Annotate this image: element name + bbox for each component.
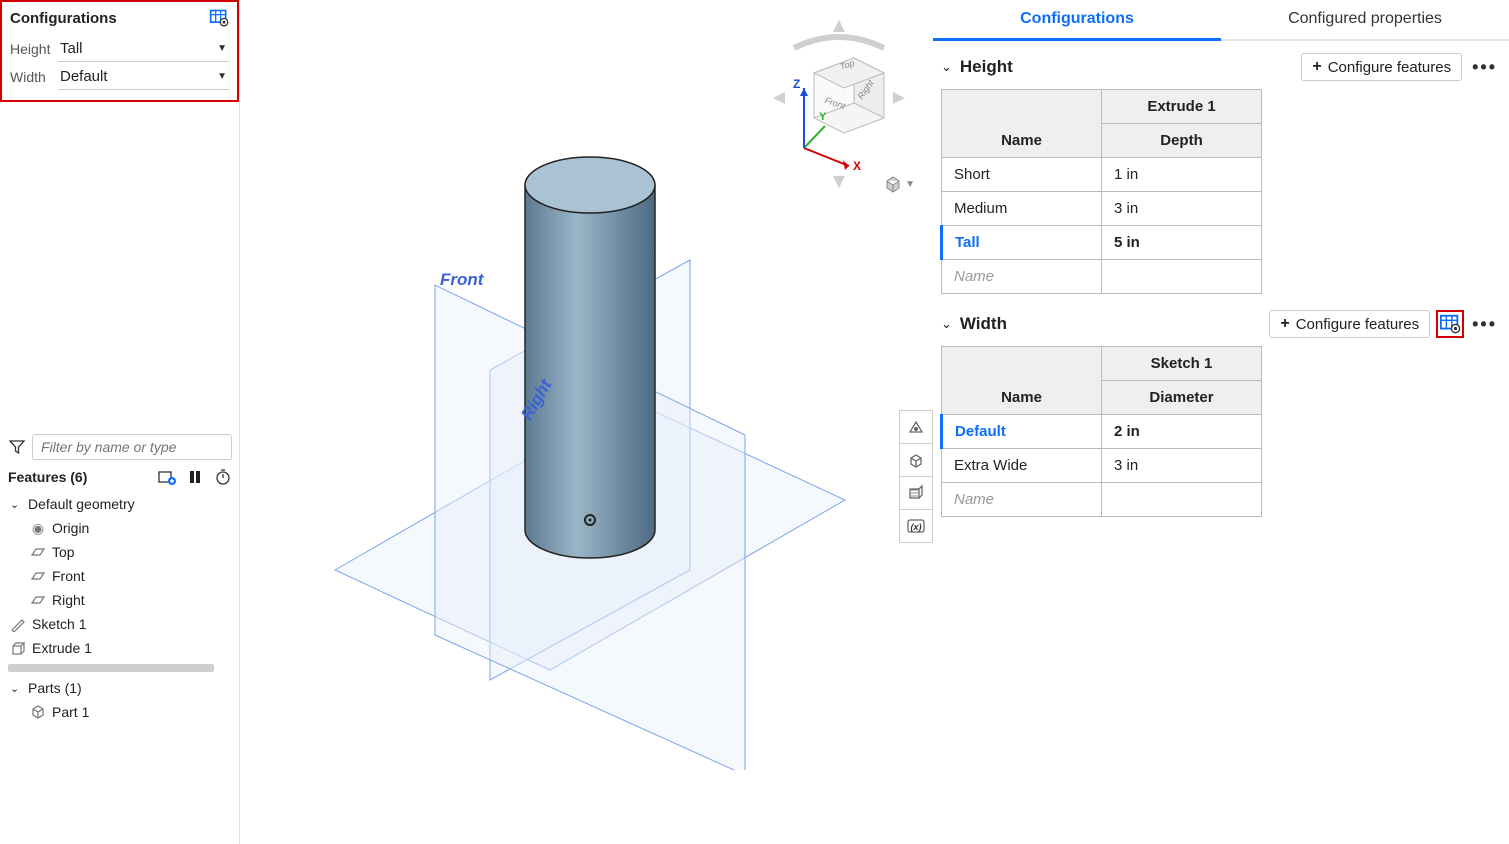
tree-right-plane[interactable]: Right — [8, 588, 232, 612]
svg-text:(x): (x) — [911, 522, 922, 532]
chevron-down-icon: ⌄ — [10, 498, 22, 511]
col-sub-depth: Depth — [1102, 124, 1262, 158]
configurations-title: Configurations — [10, 10, 117, 27]
plane-icon — [30, 544, 46, 560]
col-group-sketch1: Sketch 1 — [1102, 347, 1262, 381]
toolbar-appearance-icon[interactable] — [899, 410, 933, 444]
more-menu-icon[interactable]: ••• — [1468, 314, 1501, 335]
configuration-visibility-icon-highlighted[interactable] — [1436, 310, 1464, 338]
view-cube[interactable]: Top Front Right X Y Z — [759, 18, 919, 188]
width-config-section: ⌄ Width + Configure features ••• Name Sk… — [933, 304, 1509, 517]
chevron-down-icon: ▼ — [217, 71, 227, 82]
table-row[interactable]: Extra Wide3 in — [942, 449, 1262, 483]
sketch-icon — [10, 616, 26, 632]
tree-top-plane[interactable]: Top — [8, 540, 232, 564]
filter-icon[interactable] — [8, 439, 26, 455]
tree-front-plane[interactable]: Front — [8, 564, 232, 588]
svg-text:X: X — [853, 159, 861, 173]
height-config-table: Name Extrude 1 Depth Short1 in Medium3 i… — [940, 89, 1262, 294]
tab-configured-properties[interactable]: Configured properties — [1221, 0, 1509, 39]
height-config-section: ⌄ Height + Configure features ••• Name E… — [933, 47, 1509, 294]
width-config-dropdown[interactable]: Default ▼ — [58, 64, 229, 90]
col-name: Name — [942, 347, 1102, 415]
col-group-extrude1: Extrude 1 — [1102, 90, 1262, 124]
plane-icon — [30, 592, 46, 608]
tree-default-geometry[interactable]: ⌄ Default geometry — [8, 492, 232, 516]
plane-icon — [30, 568, 46, 584]
features-panel: Features (6) ⌄ Default geometry ◉ Origin… — [0, 430, 240, 728]
height-section-title: Height — [960, 57, 1013, 77]
toolbar-section-icon[interactable] — [899, 476, 933, 510]
svg-text:Z: Z — [793, 77, 800, 91]
viewport-right-toolbar: (x) — [899, 410, 933, 542]
add-feature-icon[interactable] — [158, 468, 176, 486]
configure-features-button[interactable]: + Configure features — [1269, 310, 1430, 338]
chevron-down-icon: ▼ — [217, 43, 227, 54]
stopwatch-icon[interactable] — [214, 468, 232, 486]
front-plane-label: Front — [440, 270, 483, 290]
part-icon — [30, 704, 46, 720]
tab-configurations[interactable]: Configurations — [933, 0, 1221, 41]
configurations-panel: Configurations Configured properties ⌄ H… — [933, 0, 1509, 844]
toolbar-isometric-icon[interactable] — [899, 443, 933, 477]
col-name: Name — [942, 90, 1102, 158]
table-row-active[interactable]: Default2 in — [942, 415, 1262, 449]
height-config-label: Height — [10, 41, 58, 57]
width-config-table: Name Sketch 1 Diameter Default2 in Extra… — [940, 346, 1262, 517]
configurations-inset-panel: Configurations Height Tall ▼ Width Defau… — [0, 0, 239, 102]
display-style-dropdown[interactable]: ▼ — [883, 174, 915, 194]
origin-icon: ◉ — [30, 520, 46, 536]
table-row[interactable]: Medium3 in — [942, 192, 1262, 226]
table-row-new[interactable]: Name — [942, 260, 1262, 294]
tree-extrude1[interactable]: Extrude 1 — [8, 636, 232, 660]
table-row-active[interactable]: Tall5 in — [942, 226, 1262, 260]
model-canvas[interactable]: Front Right — [290, 120, 890, 770]
table-row[interactable]: Short1 in — [942, 158, 1262, 192]
tree-parts-header[interactable]: ⌄ Parts (1) — [8, 676, 232, 700]
table-row-new[interactable]: Name — [942, 483, 1262, 517]
tree-sketch1[interactable]: Sketch 1 — [8, 612, 232, 636]
pause-icon[interactable] — [186, 468, 204, 486]
height-config-dropdown[interactable]: Tall ▼ — [58, 36, 229, 62]
more-menu-icon[interactable]: ••• — [1468, 57, 1501, 78]
feature-scroll-indicator[interactable] — [8, 664, 214, 672]
chevron-down-icon[interactable]: ⌄ — [941, 316, 952, 332]
left-panel: Configurations Height Tall ▼ Width Defau… — [0, 0, 240, 844]
svg-text:Y: Y — [819, 111, 827, 123]
features-header: Features (6) — [8, 469, 87, 485]
configure-features-button[interactable]: + Configure features — [1301, 53, 1462, 81]
tree-origin[interactable]: ◉ Origin — [8, 516, 232, 540]
configuration-visibility-icon[interactable] — [209, 8, 229, 28]
width-config-label: Width — [10, 69, 58, 85]
extrude-icon — [10, 640, 26, 656]
feature-filter-input[interactable] — [32, 434, 232, 460]
col-sub-diameter: Diameter — [1102, 381, 1262, 415]
chevron-down-icon: ⌄ — [10, 682, 22, 695]
chevron-down-icon[interactable]: ⌄ — [941, 59, 952, 75]
width-section-title: Width — [960, 314, 1007, 334]
toolbar-variable-icon[interactable]: (x) — [899, 509, 933, 543]
tree-part1[interactable]: Part 1 — [8, 700, 232, 724]
